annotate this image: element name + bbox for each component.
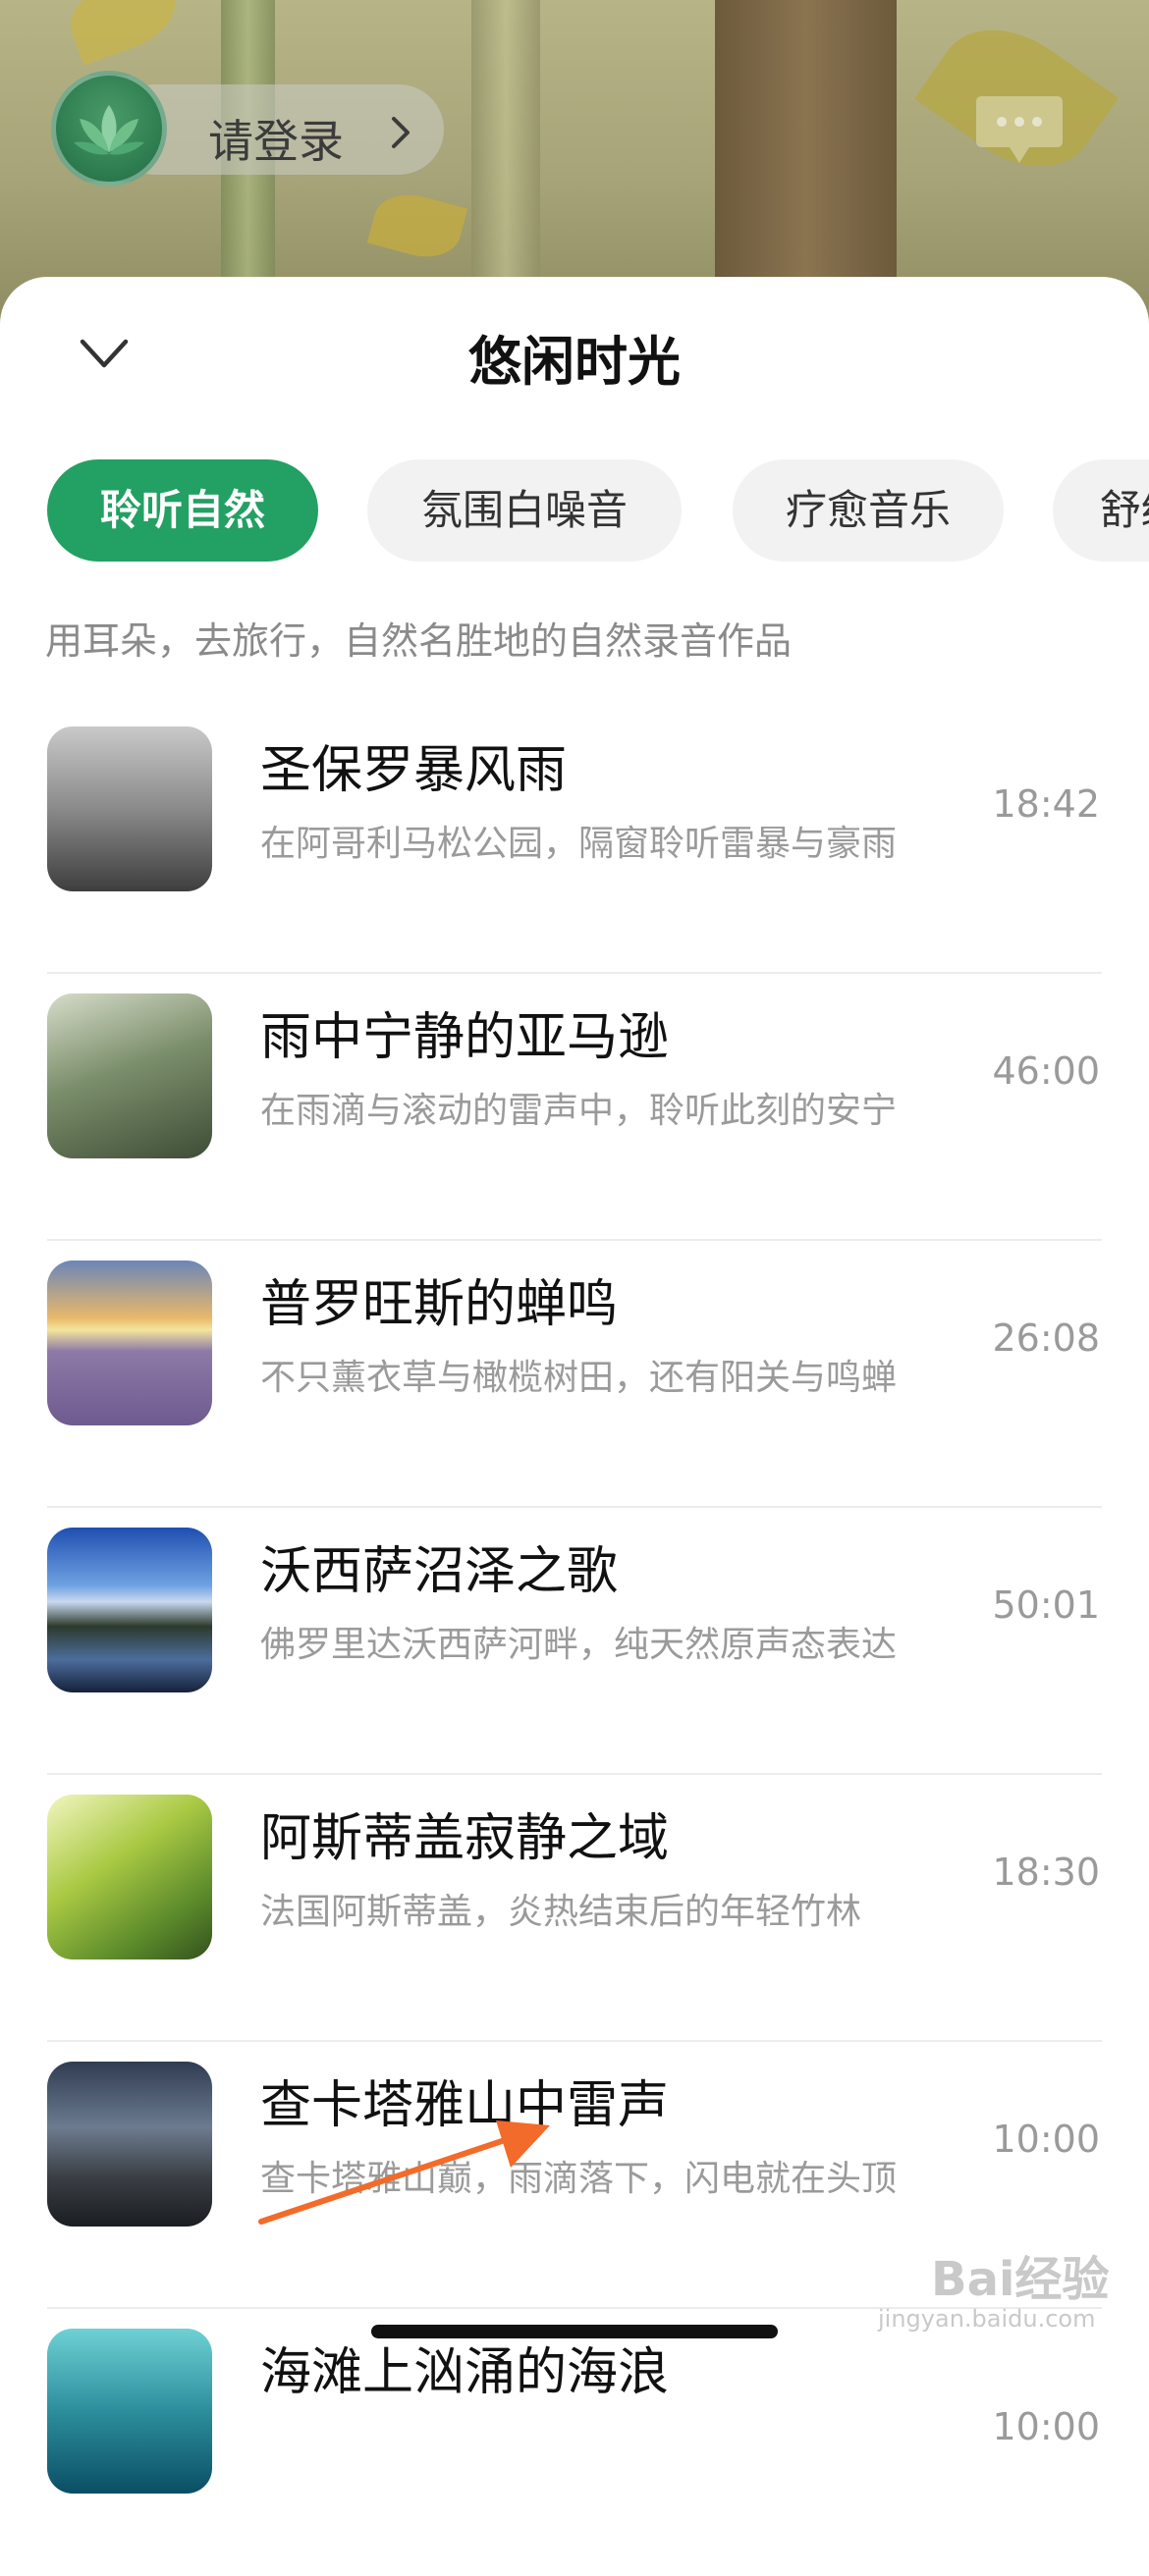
chevron-right-icon bbox=[392, 117, 410, 148]
track-title: 普罗旺斯的蝉鸣 bbox=[260, 1275, 619, 1334]
track-description: 法国阿斯蒂盖，炎热结束后的年轻竹林 bbox=[260, 1892, 862, 1932]
track-title: 圣保罗暴风雨 bbox=[260, 741, 568, 800]
track-title: 海滩上汹涌的海浪 bbox=[260, 2343, 670, 2402]
track-duration: 26:08 bbox=[992, 1316, 1100, 1360]
list-item[interactable]: 阿斯蒂盖寂静之域 法国阿斯蒂盖，炎热结束后的年轻竹林 18:30 bbox=[0, 1775, 1149, 2042]
tree-trunk bbox=[471, 0, 540, 324]
list-item[interactable]: 沃西萨沼泽之歌 佛罗里达沃西萨河畔，纯天然原声态表达 50:01 bbox=[0, 1508, 1149, 1775]
login-label: 请登录 bbox=[208, 115, 344, 168]
lotus-icon bbox=[74, 105, 144, 155]
tab-healing-music[interactable]: 疗愈音乐 bbox=[733, 459, 1004, 562]
leaf-decoration bbox=[60, 0, 186, 66]
watermark-brand: Bai经验 bbox=[931, 2252, 1110, 2307]
track-description: 查卡塔雅山巅，雨滴落下，闪电就在头顶 bbox=[260, 2159, 898, 2199]
track-title: 阿斯蒂盖寂静之域 bbox=[260, 1809, 670, 1868]
track-duration: 46:00 bbox=[992, 1049, 1100, 1093]
list-item[interactable]: 雨中宁静的亚马逊 在雨滴与滚动的雷声中，聆听此刻的安宁 46:00 bbox=[0, 974, 1149, 1241]
bottom-sheet: 悠闲时光 聆听自然 氛围白噪音 疗愈音乐 舒缓 用耳朵，去旅行，自然名胜地的自然… bbox=[0, 277, 1149, 2494]
watermark: Bai经验 jingyan.baidu.com bbox=[872, 2236, 1127, 2344]
leaf-decoration bbox=[366, 186, 468, 266]
track-thumbnail bbox=[47, 2329, 212, 2494]
tab-listen-nature[interactable]: 聆听自然 bbox=[47, 459, 318, 562]
track-duration: 18:30 bbox=[992, 1851, 1100, 1894]
category-subtitle: 用耳朵，去旅行，自然名胜地的自然录音作品 bbox=[45, 619, 793, 663]
track-title: 沃西萨沼泽之歌 bbox=[260, 1542, 619, 1601]
track-title: 查卡塔雅山中雷声 bbox=[260, 2076, 670, 2135]
tab-soothing[interactable]: 舒缓 bbox=[1053, 459, 1149, 562]
sheet-title: 悠闲时光 bbox=[468, 331, 681, 393]
track-thumbnail bbox=[47, 1795, 212, 1959]
message-icon[interactable] bbox=[972, 90, 1067, 171]
list-item[interactable]: 圣保罗暴风雨 在阿哥利马松公园，隔窗聆听雷暴与豪雨 18:42 bbox=[0, 707, 1149, 974]
category-tabs: 聆听自然 氛围白噪音 疗愈音乐 舒缓 bbox=[47, 459, 1149, 562]
track-duration: 10:00 bbox=[992, 2405, 1100, 2448]
watermark-url: jingyan.baidu.com bbox=[878, 2305, 1096, 2333]
track-duration: 50:01 bbox=[992, 1583, 1100, 1627]
track-title: 雨中宁静的亚马逊 bbox=[260, 1008, 670, 1067]
track-thumbnail bbox=[47, 726, 212, 891]
home-indicator[interactable] bbox=[371, 2325, 778, 2338]
track-thumbnail bbox=[47, 1261, 212, 1425]
track-thumbnail bbox=[47, 1528, 212, 1692]
track-description: 在阿哥利马松公园，隔窗聆听雷暴与豪雨 bbox=[260, 824, 898, 864]
track-duration: 18:42 bbox=[992, 782, 1100, 826]
track-duration: 10:00 bbox=[992, 2118, 1100, 2161]
track-description: 佛罗里达沃西萨河畔，纯天然原声态表达 bbox=[260, 1625, 898, 1665]
list-item[interactable]: 海滩上汹涌的海浪 10:00 bbox=[0, 2309, 1149, 2576]
track-thumbnail bbox=[47, 2062, 212, 2227]
track-description: 在雨滴与滚动的雷声中，聆听此刻的安宁 bbox=[260, 1091, 898, 1131]
tab-white-noise[interactable]: 氛围白噪音 bbox=[367, 459, 682, 562]
track-description: 不只薰衣草与橄榄树田，还有阳关与鸣蝉 bbox=[260, 1358, 898, 1398]
list-item[interactable]: 普罗旺斯的蝉鸣 不只薰衣草与橄榄树田，还有阳关与鸣蝉 26:08 bbox=[0, 1241, 1149, 1508]
login-button[interactable]: 请登录 bbox=[51, 71, 444, 187]
avatar bbox=[51, 71, 167, 187]
track-thumbnail bbox=[47, 993, 212, 1158]
tree-trunk bbox=[715, 0, 897, 324]
